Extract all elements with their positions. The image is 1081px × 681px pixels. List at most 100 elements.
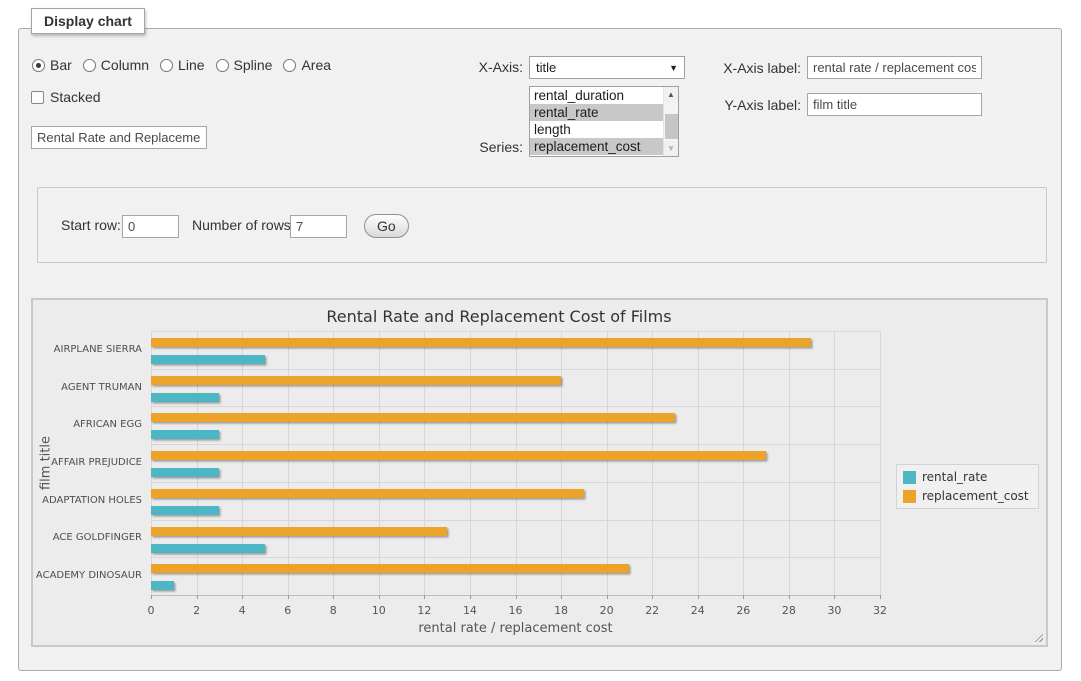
bar-replacement_cost[interactable] bbox=[151, 451, 766, 460]
bar-replacement_cost[interactable] bbox=[151, 489, 584, 498]
legend-item-replacement_cost[interactable]: replacement_cost bbox=[903, 489, 1029, 503]
bar-rental_rate[interactable] bbox=[151, 355, 265, 364]
series-option-rental_duration[interactable]: rental_duration bbox=[530, 87, 678, 104]
number-of-rows-label: Number of rows: bbox=[192, 217, 295, 233]
category-label: AIRPLANE SIERRA bbox=[33, 344, 142, 356]
x-tick-label: 24 bbox=[691, 604, 705, 617]
gridline bbox=[379, 331, 380, 595]
x-axis-label-input[interactable] bbox=[807, 56, 982, 79]
radio-icon[interactable] bbox=[216, 59, 229, 72]
chart-type-radio-area[interactable]: Area bbox=[283, 57, 331, 73]
bar-rental_rate[interactable] bbox=[151, 468, 219, 477]
bar-replacement_cost[interactable] bbox=[151, 564, 629, 573]
bar-replacement_cost[interactable] bbox=[151, 527, 447, 536]
series-options: rental_durationrental_ratelengthreplacem… bbox=[530, 87, 678, 155]
bar-rental_rate[interactable] bbox=[151, 506, 219, 515]
dropdown-arrow-icon: ▼ bbox=[669, 57, 678, 79]
x-tick-label: 22 bbox=[645, 604, 659, 617]
axis-tick bbox=[743, 595, 744, 599]
stacked-checkbox[interactable] bbox=[31, 91, 44, 104]
radio-icon[interactable] bbox=[160, 59, 173, 72]
axis-tick bbox=[834, 595, 835, 599]
series-scrollbar[interactable]: ▲ ▼ bbox=[663, 87, 678, 156]
x-tick-label: 10 bbox=[372, 604, 386, 617]
axis-tick bbox=[516, 595, 517, 599]
bar-replacement_cost[interactable] bbox=[151, 338, 811, 347]
gridline bbox=[151, 557, 880, 558]
category-label: ADAPTATION HOLES bbox=[33, 495, 142, 507]
axis-tick bbox=[288, 595, 289, 599]
axis-tick bbox=[424, 595, 425, 599]
radio-label: Line bbox=[178, 57, 204, 73]
radio-label: Bar bbox=[50, 57, 72, 73]
gridline bbox=[151, 482, 880, 483]
gridline bbox=[151, 520, 880, 521]
bar-rental_rate[interactable] bbox=[151, 581, 174, 590]
gridline bbox=[151, 444, 880, 445]
gridline bbox=[834, 331, 835, 595]
scroll-up-icon[interactable]: ▲ bbox=[664, 87, 678, 102]
axis-tick bbox=[698, 595, 699, 599]
start-row-label: Start row: bbox=[61, 217, 121, 233]
bar-replacement_cost[interactable] bbox=[151, 413, 675, 422]
x-tick-label: 8 bbox=[330, 604, 337, 617]
series-option-rental_rate[interactable]: rental_rate bbox=[530, 104, 678, 121]
scroll-down-icon[interactable]: ▼ bbox=[664, 141, 678, 156]
radio-icon[interactable] bbox=[283, 59, 296, 72]
legend-item-rental_rate[interactable]: rental_rate bbox=[903, 470, 1029, 484]
legend-label: replacement_cost bbox=[922, 489, 1029, 503]
y-axis-label-input[interactable] bbox=[807, 93, 982, 116]
panel-title: Display chart bbox=[31, 8, 145, 34]
radio-label: Area bbox=[301, 57, 331, 73]
gridline bbox=[470, 331, 471, 595]
x-tick-label: 0 bbox=[148, 604, 155, 617]
x-axis-select[interactable]: title ▼ bbox=[529, 56, 685, 79]
x-tick-label: 16 bbox=[509, 604, 523, 617]
x-tick-label: 28 bbox=[782, 604, 796, 617]
gridline bbox=[743, 331, 744, 595]
legend-swatch bbox=[903, 490, 916, 503]
axis-tick bbox=[789, 595, 790, 599]
chart-title-input[interactable] bbox=[31, 126, 207, 149]
category-label: ACE GOLDFINGER bbox=[33, 532, 142, 544]
stacked-label: Stacked bbox=[50, 89, 101, 105]
start-row-input[interactable] bbox=[122, 215, 179, 238]
bar-replacement_cost[interactable] bbox=[151, 376, 561, 385]
gridline bbox=[698, 331, 699, 595]
x-tick-label: 14 bbox=[463, 604, 477, 617]
resize-handle-icon[interactable] bbox=[1032, 631, 1043, 642]
chart-type-radio-bar[interactable]: Bar bbox=[32, 57, 72, 73]
chart-type-radio-spline[interactable]: Spline bbox=[216, 57, 273, 73]
chart-legend: rental_rate replacement_cost bbox=[896, 464, 1039, 509]
gridline bbox=[242, 331, 243, 595]
display-chart-panel: Display chart BarColumnLineSplineArea St… bbox=[18, 28, 1062, 671]
gridline bbox=[607, 331, 608, 595]
radio-icon[interactable] bbox=[83, 59, 96, 72]
legend-label: rental_rate bbox=[922, 470, 987, 484]
x-axis-label-label: X-Axis label: bbox=[679, 60, 801, 76]
radio-label: Column bbox=[101, 57, 149, 73]
scrollbar-thumb[interactable] bbox=[665, 114, 678, 139]
axis-tick bbox=[197, 595, 198, 599]
series-option-replacement_cost[interactable]: replacement_cost bbox=[530, 138, 678, 155]
bar-rental_rate[interactable] bbox=[151, 393, 219, 402]
bar-rental_rate[interactable] bbox=[151, 544, 265, 553]
chart-type-radio-line[interactable]: Line bbox=[160, 57, 204, 73]
series-listbox[interactable]: rental_durationrental_ratelengthreplacem… bbox=[529, 86, 679, 157]
series-option-length[interactable]: length bbox=[530, 121, 678, 138]
gridline bbox=[516, 331, 517, 595]
row-range-box: Start row: Number of rows: Go bbox=[37, 187, 1047, 263]
radio-icon[interactable] bbox=[32, 59, 45, 72]
gridline bbox=[561, 331, 562, 595]
axis-tick bbox=[379, 595, 380, 599]
x-tick-label: 6 bbox=[284, 604, 291, 617]
chart-title: Rental Rate and Replacement Cost of Film… bbox=[33, 307, 965, 326]
chart-x-axis-title: rental rate / replacement cost bbox=[151, 621, 880, 636]
number-of-rows-input[interactable] bbox=[290, 215, 347, 238]
go-button[interactable]: Go bbox=[364, 214, 409, 238]
gridline bbox=[151, 406, 880, 407]
bar-rental_rate[interactable] bbox=[151, 430, 219, 439]
category-label: ACADEMY DINOSAUR bbox=[33, 570, 142, 582]
gridline bbox=[151, 331, 880, 332]
chart-type-radio-column[interactable]: Column bbox=[83, 57, 149, 73]
